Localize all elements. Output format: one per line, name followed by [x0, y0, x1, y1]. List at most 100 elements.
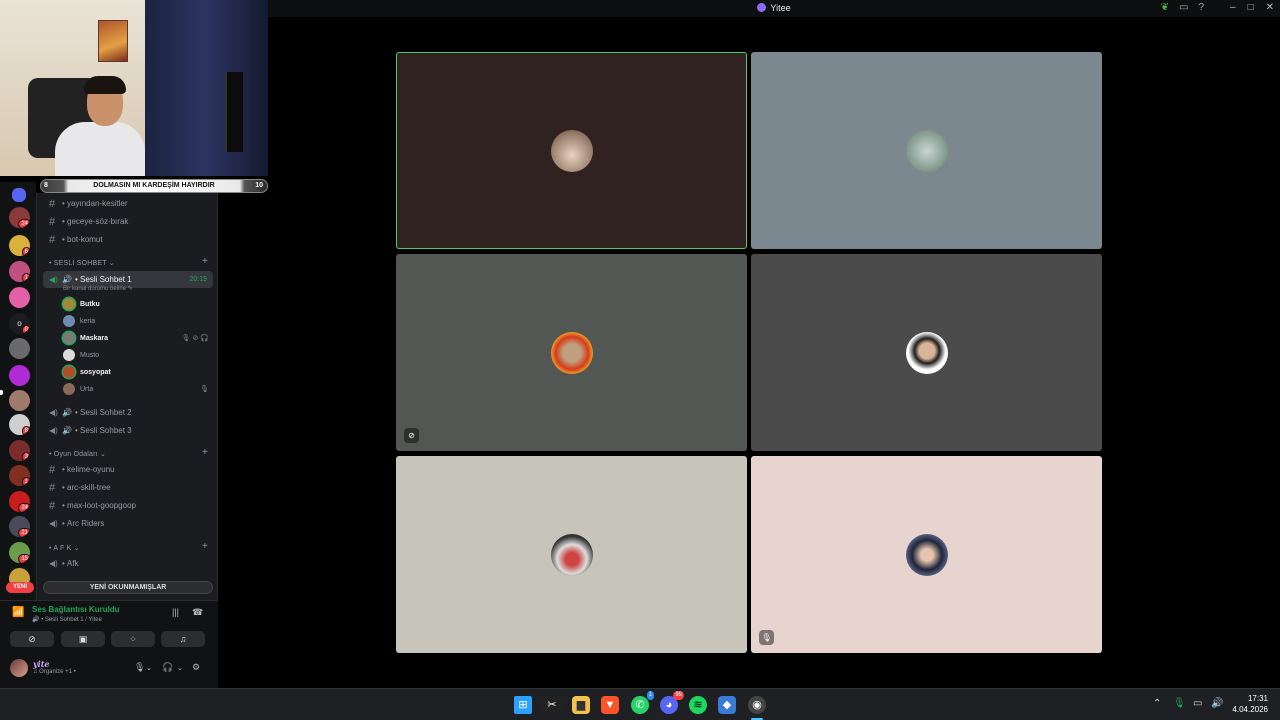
brave-browser-icon[interactable]: ▼: [601, 696, 619, 714]
channel-status-text: Bir kanal durumu belirle: [63, 286, 127, 292]
help-icon[interactable]: ?: [1198, 2, 1204, 13]
voice-member[interactable]: Musto: [63, 347, 213, 363]
participant-tile[interactable]: [751, 254, 1102, 451]
participant-tile[interactable]: 🎙: [751, 456, 1102, 653]
server-icon[interactable]: [9, 287, 30, 308]
text-channel-icon: #: [49, 499, 56, 512]
server-icon[interactable]: o0: [9, 313, 30, 334]
close-button[interactable]: ✕: [1266, 2, 1274, 13]
chevron-down-icon[interactable]: ⌄: [177, 664, 183, 672]
stream-banner: 8 DOLMASIN MI KARDEŞİM HAYIRDIR 10: [40, 179, 268, 193]
voice-member[interactable]: sosyopat: [63, 364, 213, 380]
member-name: keria: [80, 317, 96, 325]
camera-button[interactable]: ⊘: [10, 631, 54, 647]
obs-icon[interactable]: ◉: [748, 696, 766, 714]
maximize-button[interactable]: □: [1248, 2, 1254, 13]
channel-arc-skill-tree[interactable]: # • arc-skill-tree: [43, 479, 213, 496]
voice-member[interactable]: Urta 🎙: [63, 381, 213, 397]
avatar[interactable]: [10, 659, 28, 677]
chevron-down-icon[interactable]: ⌄: [146, 664, 152, 672]
voice-channel-link[interactable]: 🔊 • Sesli Sohbet 1 / Yitee: [32, 616, 102, 623]
participant-tile[interactable]: [396, 456, 747, 653]
noise-suppression-icon[interactable]: |||: [172, 607, 179, 617]
category-afk[interactable]: • A F K ⌄ +: [49, 541, 208, 552]
nitro-leaf-icon[interactable]: ❦: [1161, 2, 1169, 13]
channel-sesli-sohbet-2[interactable]: ◀) 🔊 • Sesli Sohbet 2: [43, 404, 213, 421]
channel-afk[interactable]: ◀) • Afk: [43, 555, 213, 572]
channel-kelime-oyunu[interactable]: # • kelime-oyunu: [43, 461, 213, 478]
channel-status-hint[interactable]: Bir kanal durumu belirle ✎: [63, 285, 133, 292]
voice-member[interactable]: keria: [63, 313, 213, 329]
minimize-button[interactable]: –: [1230, 2, 1236, 13]
new-unread-pill[interactable]: YENİ: [6, 582, 34, 593]
user-name[interactable]: yite: [33, 659, 49, 669]
server-icon[interactable]: 21: [9, 516, 30, 537]
voice-status[interactable]: Ses Bağlantısı Kuruldu: [32, 605, 120, 614]
server-icon[interactable]: 3: [9, 440, 30, 461]
participant-tile[interactable]: [751, 52, 1102, 249]
server-icon[interactable]: 1: [9, 465, 30, 486]
server-icon[interactable]: 6: [9, 235, 30, 256]
spotify-icon[interactable]: ≋: [689, 696, 707, 714]
headphones-icon[interactable]: 🎧: [162, 662, 173, 673]
server-icon[interactable]: 8: [9, 414, 30, 435]
voice-member[interactable]: Butku: [63, 296, 213, 312]
member-name: Butku: [80, 300, 100, 308]
channel-arc-riders[interactable]: ◀) • Arc Riders: [43, 515, 213, 532]
participant-tile[interactable]: [396, 52, 747, 249]
disconnect-icon[interactable]: ☎: [192, 607, 203, 618]
channel-sesli-sohbet-3[interactable]: ◀) 🔊 • Sesli Sohbet 3: [43, 422, 213, 439]
game-launcher-icon[interactable]: ◆: [718, 696, 736, 714]
signal-icon[interactable]: 📶: [12, 607, 24, 618]
soundboard-button[interactable]: ♫: [161, 631, 205, 647]
server-icon[interactable]: 15: [9, 542, 30, 563]
file-explorer-icon[interactable]: ▆: [572, 696, 590, 714]
channel-geceye-soz-birak[interactable]: # • geceye-söz-bırak: [43, 213, 213, 230]
server-badge: 24: [18, 219, 30, 228]
participant-avatar: [550, 331, 593, 374]
category-oyun-odalari[interactable]: • Oyun Odaları ⌄ +: [49, 447, 208, 458]
user-status: ♫ Organize +1 •: [33, 669, 76, 675]
volume-icon[interactable]: 🔊: [1211, 698, 1223, 709]
settings-gear-icon[interactable]: ⚙: [192, 662, 200, 673]
microphone-icon[interactable]: 🎙: [134, 662, 145, 673]
channel-bot-komut[interactable]: # • bot-komut: [43, 231, 213, 248]
voice-member[interactable]: Maskara 🎙 ⊘ 🎧: [63, 330, 213, 346]
direct-messages-icon[interactable]: [12, 188, 26, 202]
user-sub-text: Organize +1 •: [39, 669, 76, 675]
add-channel-icon[interactable]: +: [202, 541, 208, 552]
mic-tray-icon[interactable]: 🎙: [1173, 698, 1186, 709]
discord-taskbar-icon[interactable]: ◕ 99: [660, 691, 684, 714]
member-name: sosyopat: [80, 368, 111, 376]
display-icon[interactable]: ▭: [1193, 698, 1202, 709]
channel-yayindan-kesitler[interactable]: # • yayından-kesitler: [43, 195, 213, 212]
server-icon[interactable]: 24: [9, 207, 30, 228]
add-channel-icon[interactable]: +: [202, 447, 208, 458]
voice-connection-panel: 📶 Ses Bağlantısı Kuruldu 🔊 • Sesli Sohbe…: [0, 600, 218, 688]
screen-share-button[interactable]: ▣: [61, 631, 105, 647]
tray-overflow-icon[interactable]: ⌃: [1153, 698, 1161, 709]
participant-tile[interactable]: ⊘: [396, 254, 747, 451]
channel-label: yayından-kesitler: [67, 199, 128, 208]
server-icon[interactable]: 1: [9, 261, 30, 282]
category-sesli-sohbet[interactable]: • SESLİ SOHBET ⌄ +: [49, 256, 208, 267]
unread-messages-button[interactable]: YENİ OKUNMAMIŞLAR: [43, 581, 213, 594]
server-icon[interactable]: [9, 390, 30, 411]
clock-date: 4.04.2026: [1232, 705, 1268, 714]
windows-start-icon[interactable]: ⊞: [514, 696, 532, 714]
system-clock[interactable]: 17:31 4.04.2026: [1232, 693, 1268, 715]
server-icon[interactable]: [9, 338, 30, 359]
inbox-icon[interactable]: ▭: [1179, 2, 1188, 13]
server-icon[interactable]: [9, 365, 30, 386]
voice-channel-icon: ◀): [49, 559, 58, 568]
voice-channel-icon: ◀): [49, 408, 58, 417]
activities-button[interactable]: ⁘: [111, 631, 155, 647]
add-channel-icon[interactable]: +: [202, 256, 208, 267]
whatsapp-icon[interactable]: ✆ 1: [631, 691, 654, 714]
server-icon[interactable]: 24: [9, 491, 30, 512]
capcut-icon[interactable]: ✂: [543, 696, 561, 714]
text-channel-icon: #: [49, 463, 56, 476]
channel-max-loot-goopgoop[interactable]: # • max-loot-goopgoop: [43, 497, 213, 514]
channel-label: max-loot-goopgoop: [67, 501, 136, 510]
user-panel: yite ♫ Organize +1 • 🎙 ⌄ 🎧 ⌄ ⚙: [8, 657, 214, 683]
